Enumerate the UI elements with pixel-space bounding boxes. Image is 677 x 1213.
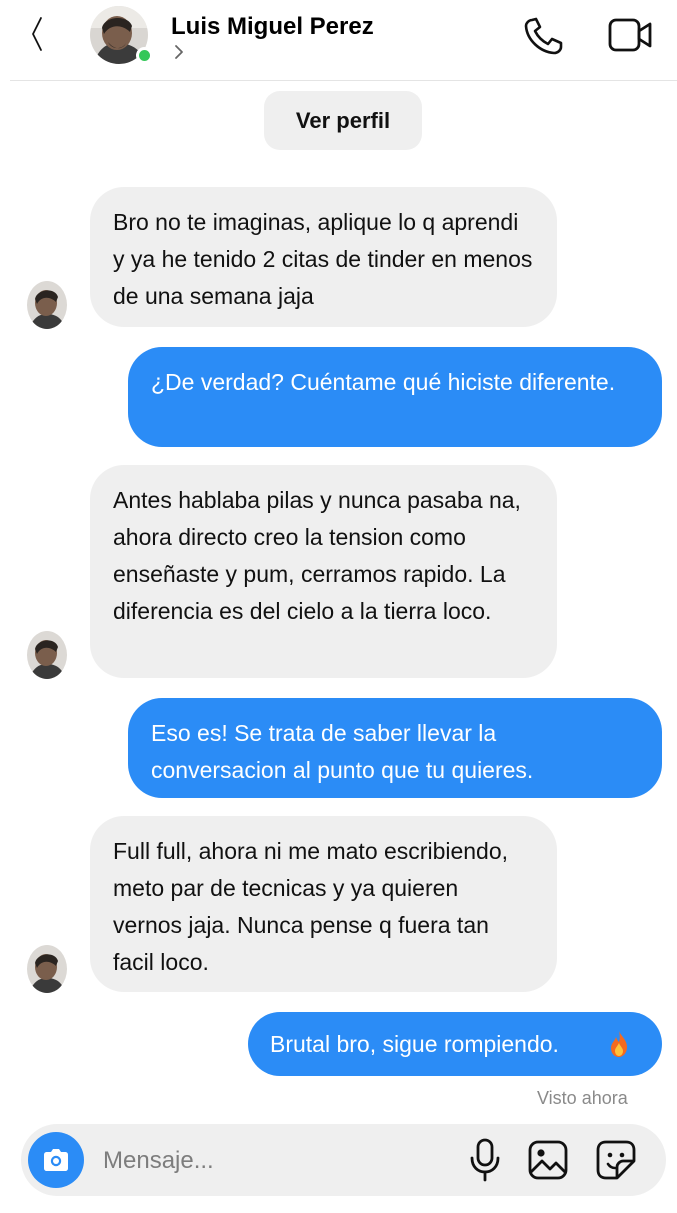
view-profile-button[interactable]: Ver perfil xyxy=(264,91,422,150)
sticker-icon xyxy=(596,1140,636,1180)
fire-emoji xyxy=(611,1031,627,1057)
outgoing-message-bubble[interactable]: Eso es! Se trata de saber llevar la conv… xyxy=(128,698,662,798)
avatar-image xyxy=(27,281,67,329)
outgoing-message-bubble[interactable]: ¿De verdad? Cuéntame qué hiciste diferen… xyxy=(128,347,662,447)
sender-avatar[interactable] xyxy=(27,631,67,679)
phone-icon xyxy=(524,17,563,55)
gallery-button[interactable] xyxy=(527,1139,569,1181)
chat-header: Luis Miguel Perez xyxy=(0,0,677,80)
message-text: ¿De verdad? Cuéntame qué hiciste diferen… xyxy=(151,369,616,395)
sender-avatar[interactable] xyxy=(27,945,67,993)
sender-avatar[interactable] xyxy=(27,281,67,329)
camera-button[interactable] xyxy=(28,1132,84,1188)
voice-message-button[interactable] xyxy=(466,1137,504,1183)
camera-icon xyxy=(44,1149,68,1171)
back-button[interactable] xyxy=(22,14,52,54)
message-text: Antes hablaba pilas y nunca pasaba na, a… xyxy=(113,487,521,624)
profile-chevron[interactable] xyxy=(172,43,186,61)
header-divider xyxy=(10,80,677,81)
chevron-right-icon xyxy=(175,45,183,59)
incoming-message-bubble[interactable]: Antes hablaba pilas y nunca pasaba na, a… xyxy=(90,465,557,678)
sticker-button[interactable] xyxy=(595,1139,637,1181)
avatar-image xyxy=(27,631,67,679)
message-text: Full full, ahora ni me mato escribiendo,… xyxy=(113,838,509,975)
avatar-image xyxy=(27,945,67,993)
image-icon xyxy=(528,1140,568,1180)
voice-call-button[interactable] xyxy=(522,16,566,56)
seen-status: Visto ahora xyxy=(537,1088,628,1108)
contact-name[interactable]: Luis Miguel Perez xyxy=(171,13,374,41)
online-status-indicator xyxy=(136,47,153,64)
message-text: Eso es! Se trata de saber llevar la conv… xyxy=(151,720,534,783)
video-call-button[interactable] xyxy=(606,14,656,56)
video-camera-icon xyxy=(608,18,652,52)
back-chevron-icon xyxy=(32,17,42,51)
outgoing-message-bubble[interactable]: Brutal bro, sigue rompiendo. xyxy=(248,1012,662,1076)
message-text: Bro no te imaginas, aplique lo q aprendi… xyxy=(113,209,533,309)
microphone-icon xyxy=(470,1138,500,1182)
message-input[interactable] xyxy=(103,1142,443,1180)
incoming-message-bubble[interactable]: Bro no te imaginas, aplique lo q aprendi… xyxy=(90,187,557,327)
message-text: Brutal bro, sigue rompiendo. xyxy=(270,1031,559,1057)
incoming-message-bubble[interactable]: Full full, ahora ni me mato escribiendo,… xyxy=(90,816,557,992)
